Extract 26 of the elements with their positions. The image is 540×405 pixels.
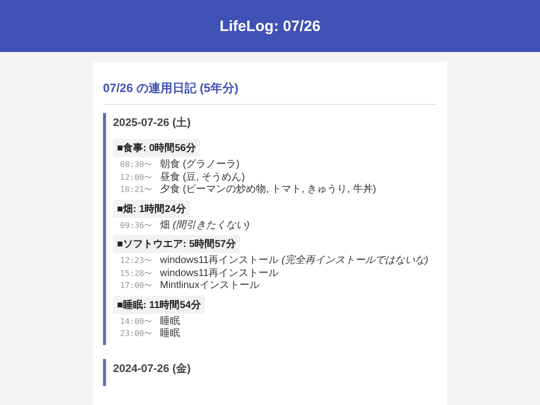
entry-time: 09:36〜: [119, 220, 154, 232]
entry-time: 18:21〜: [119, 184, 154, 196]
category-heading: ■ソフトウエア: 5時間57分: [113, 235, 240, 253]
entry-time: 12:00〜: [119, 172, 154, 184]
entry-text: 睡眠: [160, 316, 180, 328]
page-title: 07/26 の連用日記 (5年分): [103, 74, 437, 105]
entry-time: 08:30〜: [119, 159, 154, 171]
entry-time: 17:00〜: [119, 280, 154, 292]
category-heading: ■畑: 1時間24分: [113, 200, 190, 218]
category-heading: ■睡眠: 11時間54分: [113, 296, 205, 314]
entry-time: 23:00〜: [119, 328, 154, 340]
day-date: 2025-07-26 (土): [113, 116, 192, 130]
entry-text: windows11再インストール: [160, 268, 279, 280]
entry-time: 15:28〜: [119, 268, 154, 280]
day-date: 2024-07-26 (金): [113, 362, 192, 376]
entry-text: 昼食 (豆, そうめん): [160, 172, 245, 184]
entry-text: 朝食 (グラノーラ): [160, 159, 240, 172]
entry-text: 夕食 (ピーマンの炒め物, トマト, きゅうり, 牛丼): [160, 184, 376, 196]
entry-time: 14:00〜: [119, 316, 154, 328]
entry-text: 畑 (間引きたくない): [160, 220, 250, 232]
entry-text: windows11再インストール (完全再インストールではないな): [160, 255, 428, 268]
app-title: LifeLog: 07/26: [220, 18, 320, 34]
entry-text: Mintlinuxインストール: [160, 280, 260, 292]
category-heading: ■食事: 0時間56分: [113, 139, 200, 157]
entry-text: 睡眠: [160, 328, 180, 340]
entry-time: 12:23〜: [119, 255, 154, 267]
